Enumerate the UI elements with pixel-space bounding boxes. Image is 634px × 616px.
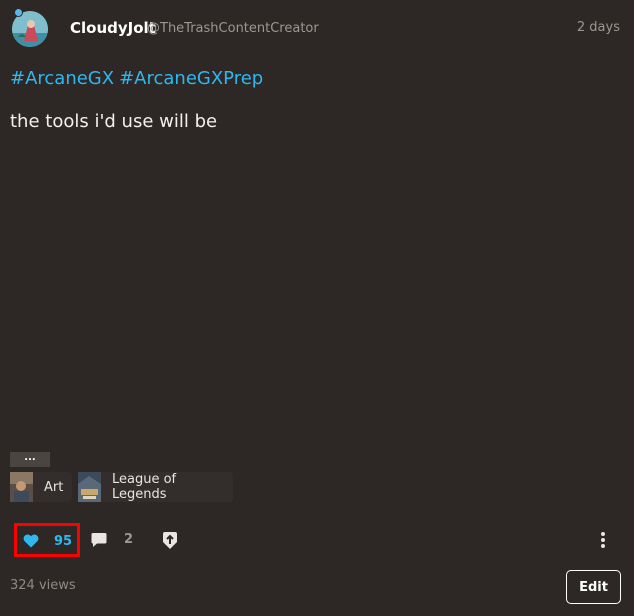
- post-actions-bar: 95 2: [0, 520, 634, 560]
- avatar-status-badge: [14, 8, 23, 17]
- hashtag-list: #ArcaneGX #ArcaneGXPrep: [10, 68, 268, 89]
- like-button[interactable]: 95: [14, 523, 80, 557]
- hashtag-link[interactable]: #ArcaneGX: [10, 68, 114, 89]
- community-label: League of Legends: [112, 472, 177, 502]
- share-icon: [163, 532, 177, 549]
- art-community-thumbnail: [10, 472, 33, 502]
- post-header: CloudyJolt @TheTrashContentCreator 2 day…: [0, 0, 634, 60]
- author-name[interactable]: CloudyJolt: [70, 19, 156, 37]
- edit-button[interactable]: Edit: [566, 570, 621, 604]
- post-body-text: the tools i'd use will be: [10, 111, 218, 132]
- author-handle[interactable]: @TheTrashContentCreator: [147, 21, 319, 36]
- view-count: 324 views: [10, 578, 76, 593]
- comment-icon: [91, 533, 107, 547]
- vertical-dots-icon: [601, 532, 605, 548]
- expand-button[interactable]: ...: [10, 452, 50, 467]
- league-of-legends-community-thumbnail: [78, 472, 101, 502]
- heart-icon: [23, 534, 39, 548]
- hashtag-link[interactable]: #ArcaneGXPrep: [119, 68, 263, 89]
- like-count: 95: [54, 534, 73, 549]
- post-timestamp: 2 days: [576, 20, 620, 35]
- comment-count: 2: [124, 532, 134, 547]
- share-button[interactable]: [161, 530, 179, 554]
- more-options-button[interactable]: [597, 531, 609, 553]
- community-tag-league-of-legends[interactable]: League of Legends: [78, 472, 233, 502]
- community-label: Art: [44, 479, 64, 495]
- comment-button[interactable]: [90, 531, 108, 553]
- community-tag-art[interactable]: Art: [10, 472, 72, 502]
